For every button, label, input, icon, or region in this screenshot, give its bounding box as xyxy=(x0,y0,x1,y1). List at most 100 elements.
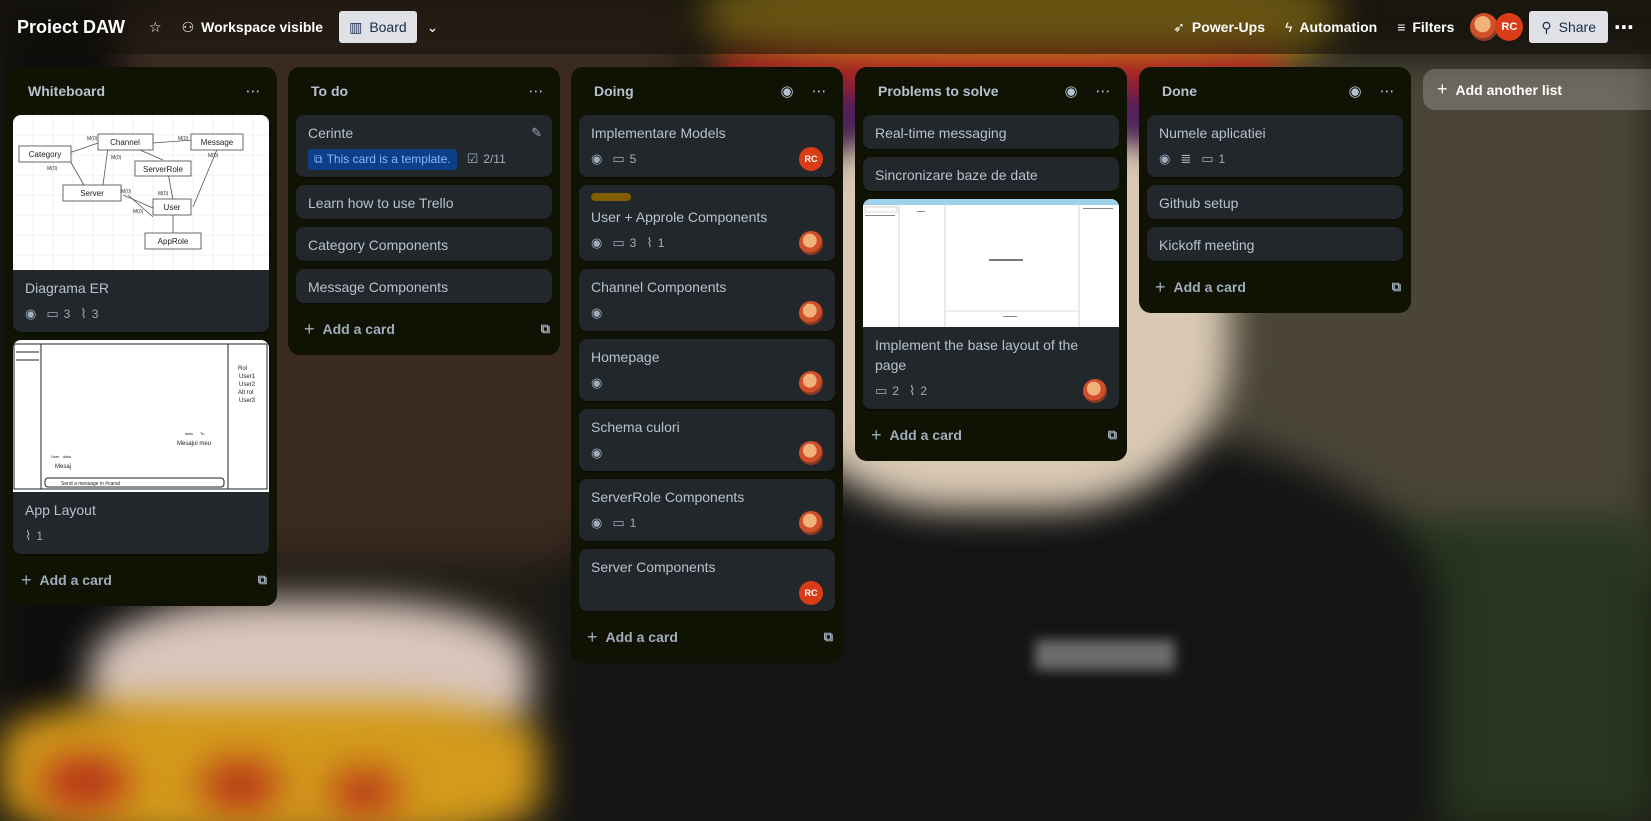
member-avatar[interactable] xyxy=(1083,379,1107,403)
star-button[interactable]: ☆ xyxy=(139,11,172,43)
card-app-layout[interactable]: Rol User1 User2 Alt rol User3 data Tu Me… xyxy=(13,340,269,554)
watch-badge: ◉ xyxy=(591,445,602,461)
board-view-button[interactable]: ▥ Board xyxy=(339,11,417,43)
watch-badge: ◉ xyxy=(591,515,602,531)
template-icon[interactable]: ⧉ xyxy=(541,321,550,337)
card-title: Kickoff meeting xyxy=(1159,237,1255,253)
card-implementare-models[interactable]: Implementare Models ◉ ▭ 5 RC xyxy=(579,115,835,177)
view-switcher-button[interactable]: ⌄ xyxy=(417,11,449,43)
filter-icon: ≡ xyxy=(1397,19,1406,35)
list-title[interactable]: Doing xyxy=(594,83,771,99)
comments-badge: ▭ 3 xyxy=(612,235,636,251)
add-card-button[interactable]: + Add a card ⧉ xyxy=(288,311,560,347)
plus-icon: + xyxy=(587,626,598,647)
card-schema-culori[interactable]: Schema culori ◉ xyxy=(579,409,835,471)
card-github-setup[interactable]: Github setup xyxy=(1147,185,1403,219)
watch-list-button[interactable]: ◉ xyxy=(1339,82,1371,100)
template-icon[interactable]: ⧉ xyxy=(258,572,267,588)
member-avatar[interactable] xyxy=(799,301,823,325)
add-card-button[interactable]: + Add a card ⧉ xyxy=(1139,269,1411,305)
template-icon[interactable]: ⧉ xyxy=(1108,427,1117,443)
card-title: App Layout xyxy=(25,502,96,518)
add-card-button[interactable]: + Add a card ⧉ xyxy=(571,619,843,655)
template-icon[interactable]: ⧉ xyxy=(824,629,833,645)
eye-icon: ◉ xyxy=(1064,83,1078,100)
card-sincronizare-baze[interactable]: Sincronizare baze de date xyxy=(863,157,1119,191)
list-header: Problems to solve ◉ ⋯ xyxy=(855,67,1127,115)
er-cardinality: M(0) xyxy=(208,153,219,159)
workspace-visibility-button[interactable]: ⚇ Workspace visible xyxy=(172,11,333,43)
list-title[interactable]: Whiteboard xyxy=(28,83,237,99)
card-server-components[interactable]: Server Components RC xyxy=(579,549,835,611)
member-avatar[interactable] xyxy=(799,441,823,465)
card-homepage[interactable]: Homepage ◉ xyxy=(579,339,835,401)
card-message-components[interactable]: Message Components xyxy=(296,269,552,303)
filters-button[interactable]: ≡ Filters xyxy=(1387,11,1464,43)
list-menu-button[interactable]: ⋯ xyxy=(237,82,269,100)
list-title[interactable]: Done xyxy=(1162,83,1339,99)
card-user-approle-components[interactable]: User + Approle Components ◉ ▭ 3 ⌇ 1 xyxy=(579,185,835,261)
template-icon[interactable]: ⧉ xyxy=(1392,279,1401,295)
er-entity-serverrole: ServerRole xyxy=(143,165,184,174)
er-cardinality: M(0) xyxy=(121,189,132,195)
watch-badge: ◉ xyxy=(1159,151,1170,167)
list-menu-button[interactable]: ⋯ xyxy=(1087,82,1119,100)
card-numele-aplicatiei[interactable]: Numele aplicatiei ◉ ≣ ▭ 1 xyxy=(1147,115,1403,177)
card-title: Real-time messaging xyxy=(875,125,1007,141)
member-avatar[interactable] xyxy=(799,231,823,255)
card-category-components[interactable]: Category Components xyxy=(296,227,552,261)
member-avatar-rc[interactable]: RC xyxy=(799,581,823,605)
member-avatar-rc[interactable]: RC xyxy=(799,147,823,171)
list-menu-button[interactable]: ⋯ xyxy=(520,82,552,100)
watch-badge: ◉ xyxy=(25,306,36,322)
member-avatar-rc[interactable]: RC xyxy=(1495,13,1524,41)
ellipsis-icon: ⋯ xyxy=(1095,83,1111,100)
watch-list-button[interactable]: ◉ xyxy=(771,82,803,100)
plus-icon: + xyxy=(1155,276,1166,297)
member-avatar[interactable] xyxy=(1470,13,1499,41)
comment-icon: ▭ xyxy=(875,383,888,398)
card-channel-components[interactable]: Channel Components ◉ xyxy=(579,269,835,331)
member-avatar[interactable] xyxy=(799,371,823,395)
card-label[interactable] xyxy=(591,193,631,201)
add-card-button[interactable]: + Add a card ⧉ xyxy=(855,417,1127,453)
list-title[interactable]: Problems to solve xyxy=(878,83,1055,99)
pencil-icon[interactable]: ✎ xyxy=(531,125,542,141)
powerups-button[interactable]: ➶ Power-Ups xyxy=(1163,11,1275,43)
card-learn-trello[interactable]: Learn how to use Trello xyxy=(296,185,552,219)
watch-list-button[interactable]: ◉ xyxy=(1055,82,1087,100)
member-avatar[interactable] xyxy=(799,511,823,535)
card-title: Cerinte xyxy=(308,125,354,141)
card-cerinte[interactable]: Cerinte ✎ ⧉ This card is a template. ☑ 2/1… xyxy=(296,115,552,177)
watch-badge: ◉ xyxy=(591,305,602,321)
attachments-count: 3 xyxy=(91,307,99,321)
layout-you-label: Tu xyxy=(200,431,205,436)
card-cover-image xyxy=(863,199,1119,327)
er-cardinality: M(0) xyxy=(158,191,169,197)
card-implement-base-layout[interactable]: Implement the base layout of the page ▭ 2… xyxy=(863,199,1119,409)
layout-user-label: User1 xyxy=(239,374,256,380)
card-serverrole-components[interactable]: ServerRole Components ◉ ▭ 1 xyxy=(579,479,835,541)
eye-icon: ◉ xyxy=(591,151,603,166)
add-card-label: Add a card xyxy=(1173,279,1246,295)
board-menu-button[interactable]: ⋯ xyxy=(1608,11,1641,43)
list-menu-button[interactable]: ⋯ xyxy=(803,82,835,100)
list-title[interactable]: To do xyxy=(311,83,520,99)
list-problems-to-solve: Problems to solve ◉ ⋯ Real-time messagin… xyxy=(855,67,1127,461)
card-kickoff-meeting[interactable]: Kickoff meeting xyxy=(1147,227,1403,261)
list-menu-button[interactable]: ⋯ xyxy=(1371,82,1403,100)
card-real-time-messaging[interactable]: Real-time messaging xyxy=(863,115,1119,149)
add-list-button[interactable]: + Add another list xyxy=(1423,69,1651,110)
plus-icon: + xyxy=(304,318,315,339)
paperclip-icon: ⌇ xyxy=(908,383,916,398)
paperclip-icon: ⌇ xyxy=(646,235,653,250)
share-button[interactable]: ⚲ Share xyxy=(1529,11,1608,43)
paperclip-icon: ⌇ xyxy=(80,306,87,321)
card-title: Schema culori xyxy=(591,419,680,435)
add-card-button[interactable]: + Add a card ⧉ xyxy=(5,562,277,598)
list-header: Doing ◉ ⋯ xyxy=(571,67,843,115)
er-entity-category: Category xyxy=(29,150,61,159)
board-title[interactable]: Proiect DAW xyxy=(17,17,125,38)
card-diagrama-er[interactable]: Category Channel Message ServerRole Serv… xyxy=(13,115,269,332)
automation-button[interactable]: ϟ Automation xyxy=(1275,11,1387,43)
